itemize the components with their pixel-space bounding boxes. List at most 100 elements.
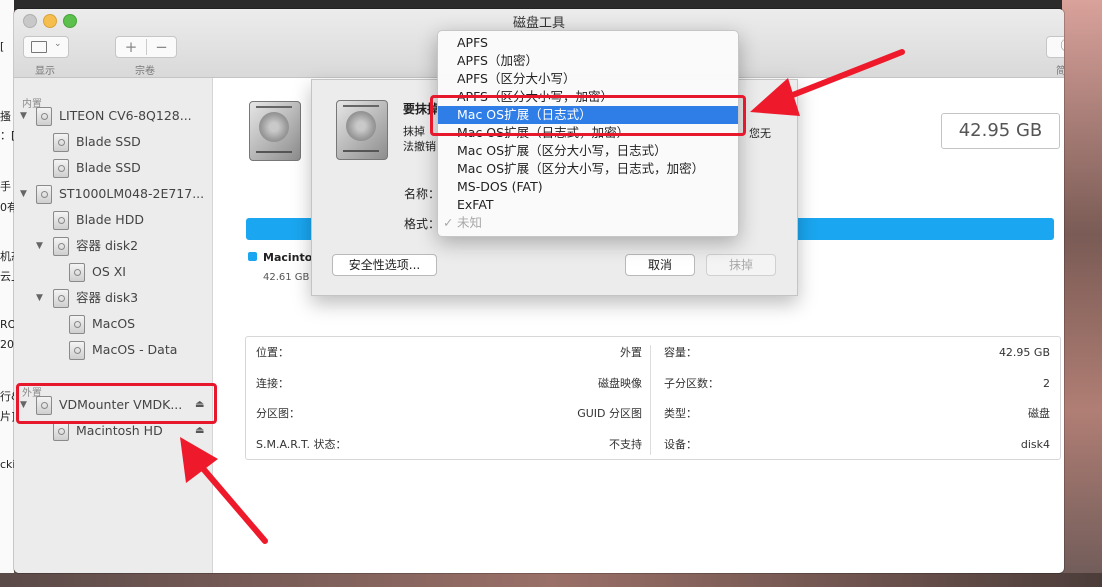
highlight-box-sidebar <box>16 383 217 424</box>
sheet-description-1: 抹掉 <box>403 125 425 138</box>
menu-item-mac-os-extended-case-sensitive-journaled-encrypted[interactable]: Mac OS扩展（区分大小写，日志式，加密） <box>438 160 738 178</box>
internal-disk-icon <box>36 185 52 204</box>
info-value: GUID 分区图 <box>577 407 642 420</box>
sidebar-item-blade-ssd-1[interactable]: Blade SSD <box>14 131 212 153</box>
info-table: 位置： 外置 连接： 磁盘映像 分区图： GUID 分区图 S.M.A.R.T.… <box>245 336 1061 460</box>
info-value: 磁盘映像 <box>598 377 642 390</box>
add-volume-button[interactable]: + <box>116 37 146 57</box>
sidebar-item-label: OS XI <box>92 264 126 279</box>
annotation-arrow-top <box>750 49 905 116</box>
info-icon: ⓘ <box>1047 37 1064 57</box>
menu-item-label: 未知 <box>457 215 483 230</box>
sidebar-item-container-disk3[interactable]: ▼ 容器 disk3 <box>14 287 212 309</box>
desktop-wallpaper-bottom <box>0 573 1102 587</box>
sidebar-item-macos[interactable]: MacOS <box>14 313 212 335</box>
menu-item-apfs-encrypted[interactable]: APFS（加密） <box>438 52 738 70</box>
info-key: 设备： <box>664 438 697 451</box>
legend-size: 42.61 GB <box>263 272 310 283</box>
volume-button-group: + − <box>115 36 177 58</box>
volume-icon <box>53 422 69 441</box>
info-key: 容量： <box>664 346 697 359</box>
capacity-badge: 42.95 GB <box>941 113 1060 149</box>
sidebar-item-label: ST1000LM048-2E717... <box>59 186 205 201</box>
volume-icon <box>69 263 85 282</box>
sidebar-item-label: MacOS - Data <box>92 342 178 357</box>
info-value: 2 <box>1043 377 1050 390</box>
info-value: 42.95 GB <box>998 346 1050 359</box>
format-field-label: 格式： <box>404 217 441 231</box>
info-row: S.M.A.R.T. 状态： 不支持 <box>256 430 642 460</box>
volume-icon <box>53 211 69 230</box>
sidebar-item-os-xi[interactable]: OS XI <box>14 261 212 283</box>
info-key: 分区图： <box>256 407 300 420</box>
sidebar-item-blade-ssd-2[interactable]: Blade SSD <box>14 157 212 179</box>
cancel-button[interactable]: 取消 <box>625 254 695 276</box>
sidebar-item-macos-data[interactable]: MacOS - Data <box>14 339 212 361</box>
info-button[interactable]: ⓘ <box>1046 36 1064 58</box>
erase-button[interactable]: 抹掉 <box>706 254 776 276</box>
desktop-wallpaper-right <box>1062 0 1102 587</box>
volume-label: 宗卷 <box>135 66 155 77</box>
info-row: 位置： 外置 <box>256 338 642 368</box>
desktop-fragment: 搔 <box>0 110 11 123</box>
info-key: 位置： <box>256 346 289 359</box>
sidebar-item-blade-hdd[interactable]: Blade HDD <box>14 209 212 231</box>
checkmark-icon: ✓ <box>443 215 454 230</box>
legend-swatch <box>248 252 257 261</box>
desktop-fragment: 片] <box>0 410 16 423</box>
info-row: 设备： disk4 <box>664 430 1050 460</box>
info-row: 子分区数： 2 <box>664 369 1050 399</box>
volume-icon <box>53 159 69 178</box>
sidebar-item-label: 容器 disk2 <box>76 238 139 253</box>
menu-item-exfat[interactable]: ExFAT <box>438 196 738 214</box>
sidebar-item-label: Blade SSD <box>76 134 141 149</box>
info-row: 连接： 磁盘映像 <box>256 369 642 399</box>
security-options-button[interactable]: 安全性选项... <box>332 254 437 276</box>
menu-item-unknown: ✓ 未知 <box>438 214 738 232</box>
display-label: 显示 <box>35 66 55 77</box>
menu-item-apfs[interactable]: APFS <box>438 34 738 52</box>
sidebar-item-label: Blade SSD <box>76 160 141 175</box>
info-row: 容量： 42.95 GB <box>664 338 1050 368</box>
desktop-fragment: ：[ <box>0 129 16 142</box>
volume-icon <box>69 341 85 360</box>
desktop-left-fragments: [ 搔 ：[ 手 0有 机态 云上 RO 20F 行& 片] cki <box>0 0 22 587</box>
info-value: 磁盘 <box>1028 407 1050 420</box>
hard-drive-icon <box>249 101 301 161</box>
info-value: disk4 <box>1020 438 1050 451</box>
sidebar-item-label: MacOS <box>92 316 136 331</box>
sidebar-item-st1000[interactable]: ▼ ST1000LM048-2E717... <box>14 183 212 205</box>
sidebar-item-label: Blade HDD <box>76 212 144 227</box>
info-value: 外置 <box>620 346 642 359</box>
volume-icon <box>69 315 85 334</box>
info-key: 类型： <box>664 407 697 420</box>
info-value: 不支持 <box>609 438 642 451</box>
info-divider <box>650 345 651 455</box>
annotation-arrow-bottom <box>180 437 268 544</box>
container-icon <box>53 289 69 308</box>
desktop-fragment: [ <box>0 40 5 53</box>
menu-item-ms-dos-fat[interactable]: MS-DOS (FAT) <box>438 178 738 196</box>
sidebar-item-liteon[interactable]: ▼ LITEON CV6-8Q128... <box>14 105 212 127</box>
sidebar-item-container-disk2[interactable]: ▼ 容器 disk2 <box>14 235 212 257</box>
name-field-label: 名称： <box>404 187 441 201</box>
display-button[interactable]: ⌄ <box>23 36 69 58</box>
menu-item-mac-os-extended-case-sensitive-journaled[interactable]: Mac OS扩展（区分大小写，日志式） <box>438 142 738 160</box>
chevron-down-icon: ⌄ <box>54 39 62 49</box>
info-key: 连接： <box>256 377 289 390</box>
disclosure-triangle-icon: ▼ <box>36 293 43 303</box>
volume-icon <box>53 133 69 152</box>
remove-volume-button[interactable]: − <box>147 37 176 57</box>
menu-item-apfs-case-sensitive[interactable]: APFS（区分大小写） <box>438 70 738 88</box>
info-key: 子分区数： <box>664 377 719 390</box>
sidebar-item-label: LITEON CV6-8Q128... <box>59 108 192 123</box>
sidebar-icon <box>31 41 47 53</box>
internal-disk-icon <box>36 107 52 126</box>
disclosure-triangle-icon: ▼ <box>20 189 27 199</box>
info-label: 简介 <box>1056 66 1064 77</box>
sheet-description-2: 法撤销 <box>403 140 436 153</box>
hard-drive-icon <box>336 100 388 160</box>
info-row: 分区图： GUID 分区图 <box>256 399 642 429</box>
window-title: 磁盘工具 <box>512 16 565 31</box>
container-icon <box>53 237 69 256</box>
